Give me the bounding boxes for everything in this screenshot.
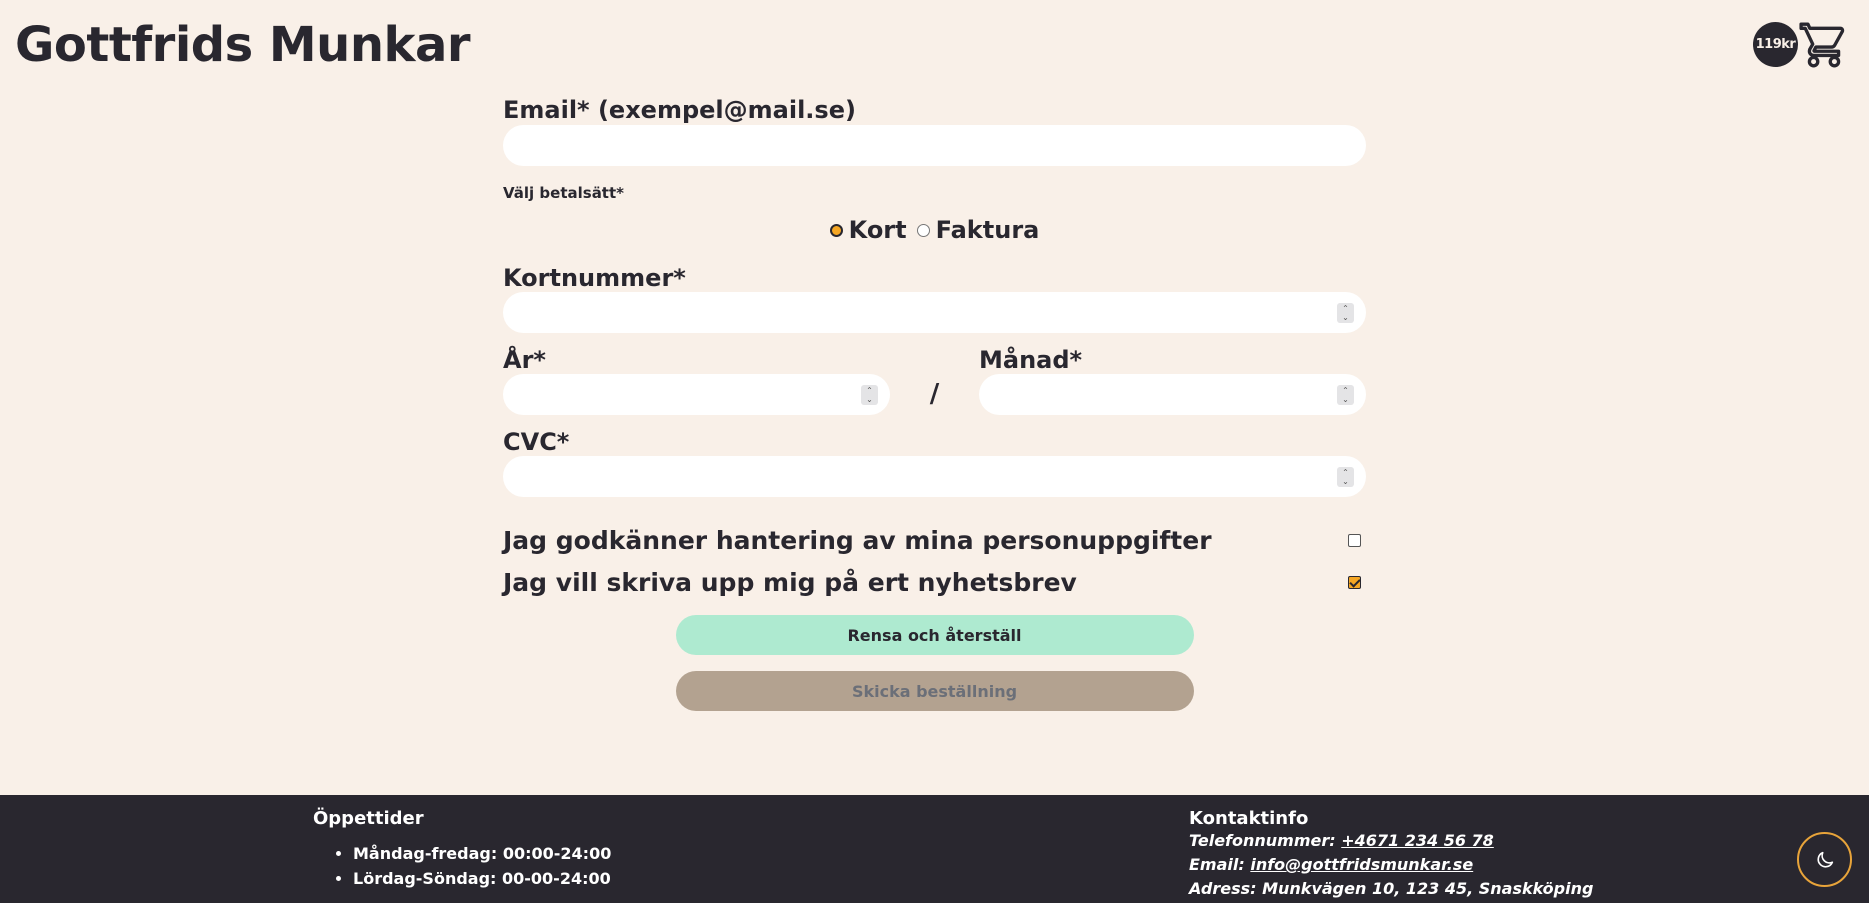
theme-toggle-button[interactable] [1797,832,1852,887]
expiry-separator: / [929,379,940,409]
year-field[interactable]: ⌃ ⌄ [503,374,890,415]
newsletter-label: Jag vill skriva upp mig på ert nyhetsbre… [503,567,1077,597]
newsletter-row: Jag vill skriva upp mig på ert nyhetsbre… [503,561,1366,603]
contact-info: Kontaktinfo Telefonnummer: +4671 234 56 … [1189,808,1593,901]
opening-hours-item: Lördag-Söndag: 00-00-24:00 [353,866,611,891]
year-label: År* [503,346,546,374]
opening-hours-list: Måndag-fredag: 00:00-24:00 Lördag-Söndag… [313,841,611,891]
payment-option-kort-label[interactable]: Kort [849,216,907,244]
payment-method-group: Kort Faktura [503,216,1366,244]
opening-hours-title: Öppettider [313,808,424,829]
opening-hours: Öppettider Måndag-fredag: 00:00-24:00 Lö… [313,808,611,891]
site-footer: Öppettider Måndag-fredag: 00:00-24:00 Lö… [0,795,1869,903]
moon-icon [1816,851,1833,868]
email-contact-label: Email: [1189,855,1245,874]
expiry-row: År* ⌃ ⌄ / Månad* ⌃ ⌄ [503,346,1366,415]
checkout-form: Email* (exempel@mail.se) Välj betalsätt*… [503,96,1366,711]
month-label: Månad* [979,346,1083,374]
payment-radio-kort[interactable] [829,223,843,237]
contact-phone-line: Telefonnummer: +4671 234 56 78 [1189,829,1593,853]
cvc-field[interactable]: ⌃ ⌄ [503,456,1366,497]
card-number-stepper[interactable]: ⌃ ⌄ [1337,303,1354,323]
consent-label: Jag godkänner hantering av mina personup… [503,525,1212,555]
phone-label: Telefonnummer: [1189,831,1336,850]
payment-method-label: Välj betalsätt* [503,184,624,202]
contact-address: Adress: Munkvägen 10, 123 45, Snaskköpin… [1189,879,1594,898]
year-stepper[interactable]: ⌃ ⌄ [861,385,878,405]
card-number-field[interactable]: ⌃ ⌄ [503,292,1366,333]
payment-option-faktura-label[interactable]: Faktura [936,216,1040,244]
month-field[interactable]: ⌃ ⌄ [979,374,1366,415]
email-label: Email* (exempel@mail.se) [503,96,856,124]
submit-order-button[interactable]: Skicka beställning [675,671,1194,711]
contact-info-title: Kontaktinfo [1189,808,1309,829]
shopping-cart-icon[interactable] [1799,20,1849,70]
reset-button[interactable]: Rensa och återställ [675,615,1194,655]
phone-link[interactable]: +4671 234 56 78 [1341,831,1494,850]
card-number-label: Kortnummer* [503,264,686,292]
newsletter-checkbox[interactable] [1348,575,1361,589]
cart-total-badge: 119kr [1753,22,1798,67]
opening-hours-item: Måndag-fredag: 00:00-24:00 [353,841,611,866]
email-link[interactable]: info@gottfridsmunkar.se [1250,855,1473,874]
consent-checkbox[interactable] [1348,533,1361,547]
year-group: År* ⌃ ⌄ [503,346,890,415]
payment-radio-faktura[interactable] [916,223,930,237]
contact-email-line: Email: info@gottfridsmunkar.se [1189,853,1593,877]
month-stepper[interactable]: ⌃ ⌄ [1337,385,1354,405]
month-group: Månad* ⌃ ⌄ [979,346,1366,415]
site-logo[interactable]: Gottfrids Munkar [15,16,471,74]
consent-row: Jag godkänner hantering av mina personup… [503,519,1366,561]
cvc-label: CVC* [503,428,570,456]
email-field[interactable] [503,125,1366,166]
cvc-stepper[interactable]: ⌃ ⌄ [1337,467,1354,487]
